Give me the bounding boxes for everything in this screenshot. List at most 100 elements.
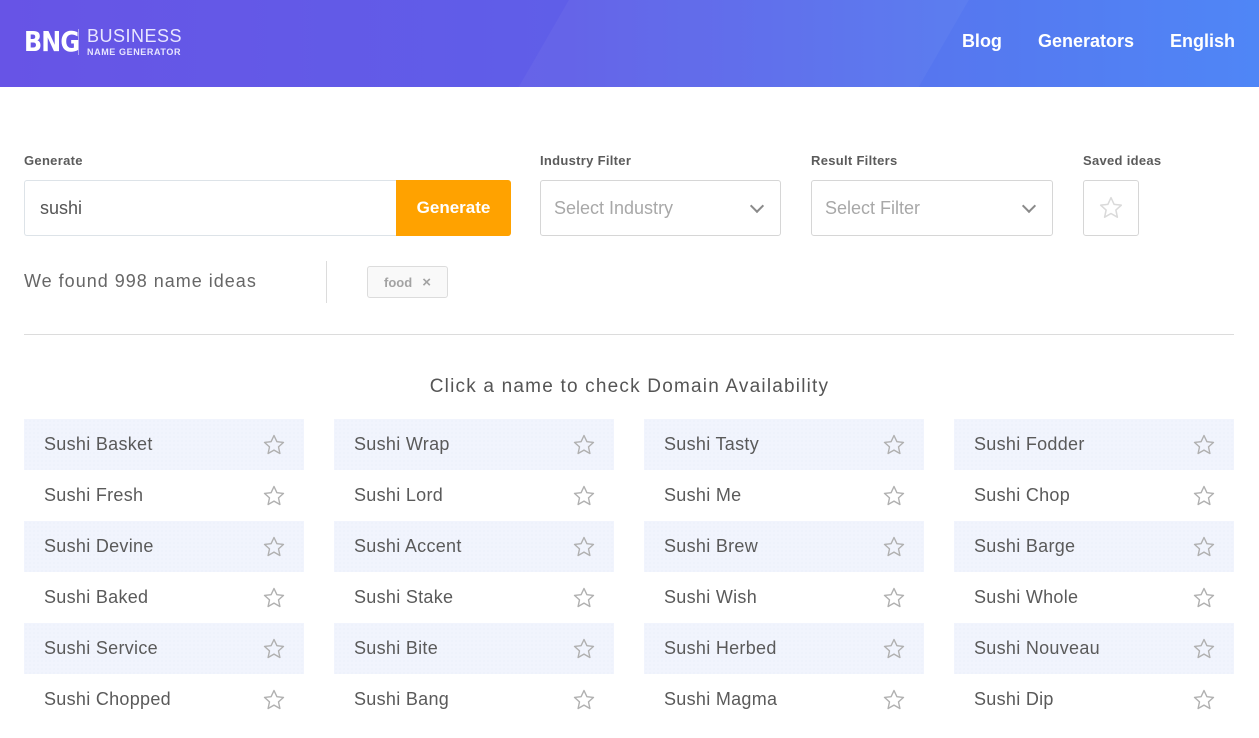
saved-ideas-label: Saved ideas bbox=[1083, 153, 1162, 168]
name-result-item[interactable]: Sushi Wish bbox=[644, 572, 924, 623]
star-icon[interactable] bbox=[262, 433, 286, 457]
close-icon[interactable]: × bbox=[422, 274, 431, 291]
saved-ideas-button[interactable] bbox=[1083, 180, 1139, 236]
name-result-item[interactable]: Sushi Brew bbox=[644, 521, 924, 572]
name-result-item[interactable]: Sushi Lord bbox=[334, 470, 614, 521]
industry-filter-label: Industry Filter bbox=[540, 153, 632, 168]
name-result-label: Sushi Barge bbox=[974, 536, 1076, 556]
header-decoration bbox=[476, 0, 1004, 87]
star-icon[interactable] bbox=[882, 433, 906, 457]
name-result-item[interactable]: Sushi Accent bbox=[334, 521, 614, 572]
nav-blog[interactable]: Blog bbox=[962, 31, 1002, 52]
star-icon[interactable] bbox=[262, 484, 286, 508]
star-icon[interactable] bbox=[262, 637, 286, 661]
result-filter-select[interactable]: Select Filter bbox=[811, 180, 1053, 236]
name-result-label: Sushi Fodder bbox=[974, 434, 1085, 454]
star-icon[interactable] bbox=[1192, 586, 1216, 610]
chevron-down-icon bbox=[1021, 198, 1037, 213]
name-result-item[interactable]: Sushi Basket bbox=[24, 419, 304, 470]
filter-tag: food × bbox=[367, 266, 448, 298]
chevron-down-icon bbox=[749, 198, 765, 213]
star-icon[interactable] bbox=[882, 586, 906, 610]
name-result-item[interactable]: Sushi Herbed bbox=[644, 623, 924, 674]
name-result-item[interactable]: Sushi Stake bbox=[334, 572, 614, 623]
star-icon[interactable] bbox=[882, 688, 906, 712]
name-result-item[interactable]: Sushi Bite bbox=[334, 623, 614, 674]
industry-select[interactable]: Select Industry bbox=[540, 180, 781, 236]
nav-generators[interactable]: Generators bbox=[1038, 31, 1134, 52]
star-icon[interactable] bbox=[572, 586, 596, 610]
filter-tag-label: food bbox=[384, 274, 413, 290]
name-result-item[interactable]: Sushi Whole bbox=[954, 572, 1234, 623]
name-result-label: Sushi Nouveau bbox=[974, 638, 1100, 658]
name-result-item[interactable]: Sushi Me bbox=[644, 470, 924, 521]
result-filter-placeholder: Select Filter bbox=[825, 197, 921, 218]
name-result-label: Sushi Dip bbox=[974, 689, 1054, 709]
name-result-label: Sushi Accent bbox=[354, 536, 462, 556]
star-icon[interactable] bbox=[262, 688, 286, 712]
name-result-item[interactable]: Sushi Tasty bbox=[644, 419, 924, 470]
star-icon[interactable] bbox=[1192, 637, 1216, 661]
star-icon[interactable] bbox=[572, 637, 596, 661]
name-result-item[interactable]: Sushi Barge bbox=[954, 521, 1234, 572]
name-result-item[interactable]: Sushi Devine bbox=[24, 521, 304, 572]
star-icon[interactable] bbox=[882, 535, 906, 559]
star-icon[interactable] bbox=[1192, 535, 1216, 559]
name-result-label: Sushi Devine bbox=[44, 536, 154, 556]
results-count: We found 998 name ideas bbox=[24, 271, 257, 291]
name-result-item[interactable]: Sushi Baked bbox=[24, 572, 304, 623]
star-icon[interactable] bbox=[572, 433, 596, 457]
star-icon[interactable] bbox=[262, 535, 286, 559]
star-icon[interactable] bbox=[1192, 433, 1216, 457]
name-result-item[interactable]: Sushi Magma bbox=[644, 674, 924, 725]
star-icon[interactable] bbox=[882, 637, 906, 661]
name-result-label: Sushi Baked bbox=[44, 587, 149, 607]
site-header: BNG BUSINESS NAME GENERATOR Blog Generat… bbox=[0, 0, 1259, 87]
name-result-label: Sushi Me bbox=[664, 485, 742, 505]
name-results-grid: Sushi Basket Sushi Wrap Sushi Tasty Sushi F… bbox=[24, 419, 1234, 725]
name-result-item[interactable]: Sushi Nouveau bbox=[954, 623, 1234, 674]
divider bbox=[24, 334, 1234, 335]
name-result-label: Sushi Tasty bbox=[664, 434, 760, 454]
logo-mark: BNG bbox=[24, 25, 80, 58]
name-result-label: Sushi Basket bbox=[44, 434, 153, 454]
name-result-label: Sushi Chopped bbox=[44, 689, 171, 709]
domain-hint: Click a name to check Domain Availabilit… bbox=[429, 376, 830, 397]
name-result-item[interactable]: Sushi Service bbox=[24, 623, 304, 674]
star-icon[interactable] bbox=[1192, 688, 1216, 712]
star-icon[interactable] bbox=[572, 535, 596, 559]
name-result-label: Sushi Lord bbox=[354, 485, 444, 505]
name-result-label: Sushi Bite bbox=[354, 638, 439, 658]
name-result-label: Sushi Magma bbox=[664, 689, 778, 709]
star-icon bbox=[1099, 196, 1123, 218]
main-nav: Blog Generators English bbox=[962, 31, 1235, 52]
nav-language[interactable]: English bbox=[1170, 31, 1235, 52]
divider bbox=[326, 261, 327, 303]
result-filters-label: Result Filters bbox=[811, 153, 898, 168]
star-icon[interactable] bbox=[882, 484, 906, 508]
logo-title: BUSINESS bbox=[87, 26, 183, 46]
name-result-label: Sushi Wrap bbox=[354, 434, 450, 454]
name-result-label: Sushi Stake bbox=[354, 587, 454, 607]
keyword-input[interactable] bbox=[24, 180, 398, 236]
star-icon[interactable] bbox=[262, 586, 286, 610]
name-result-item[interactable]: Sushi Fodder bbox=[954, 419, 1234, 470]
name-result-label: Sushi Whole bbox=[974, 587, 1079, 607]
name-result-item[interactable]: Sushi Dip bbox=[954, 674, 1234, 725]
star-icon[interactable] bbox=[572, 688, 596, 712]
industry-select-placeholder: Select Industry bbox=[554, 197, 674, 218]
star-icon[interactable] bbox=[1192, 484, 1216, 508]
star-icon[interactable] bbox=[572, 484, 596, 508]
name-result-label: Sushi Herbed bbox=[664, 638, 777, 658]
name-result-label: Sushi Chop bbox=[974, 485, 1071, 505]
name-result-label: Sushi Wish bbox=[664, 587, 758, 607]
name-result-item[interactable]: Sushi Wrap bbox=[334, 419, 614, 470]
name-result-item[interactable]: Sushi Bang bbox=[334, 674, 614, 725]
name-result-item[interactable]: Sushi Chop bbox=[954, 470, 1234, 521]
name-result-label: Sushi Fresh bbox=[44, 485, 144, 505]
name-result-item[interactable]: Sushi Chopped bbox=[24, 674, 304, 725]
name-result-item[interactable]: Sushi Fresh bbox=[24, 470, 304, 521]
logo[interactable]: BNG BUSINESS NAME GENERATOR bbox=[24, 26, 182, 58]
generate-button[interactable]: Generate bbox=[396, 180, 511, 236]
generate-label: Generate bbox=[24, 153, 83, 168]
